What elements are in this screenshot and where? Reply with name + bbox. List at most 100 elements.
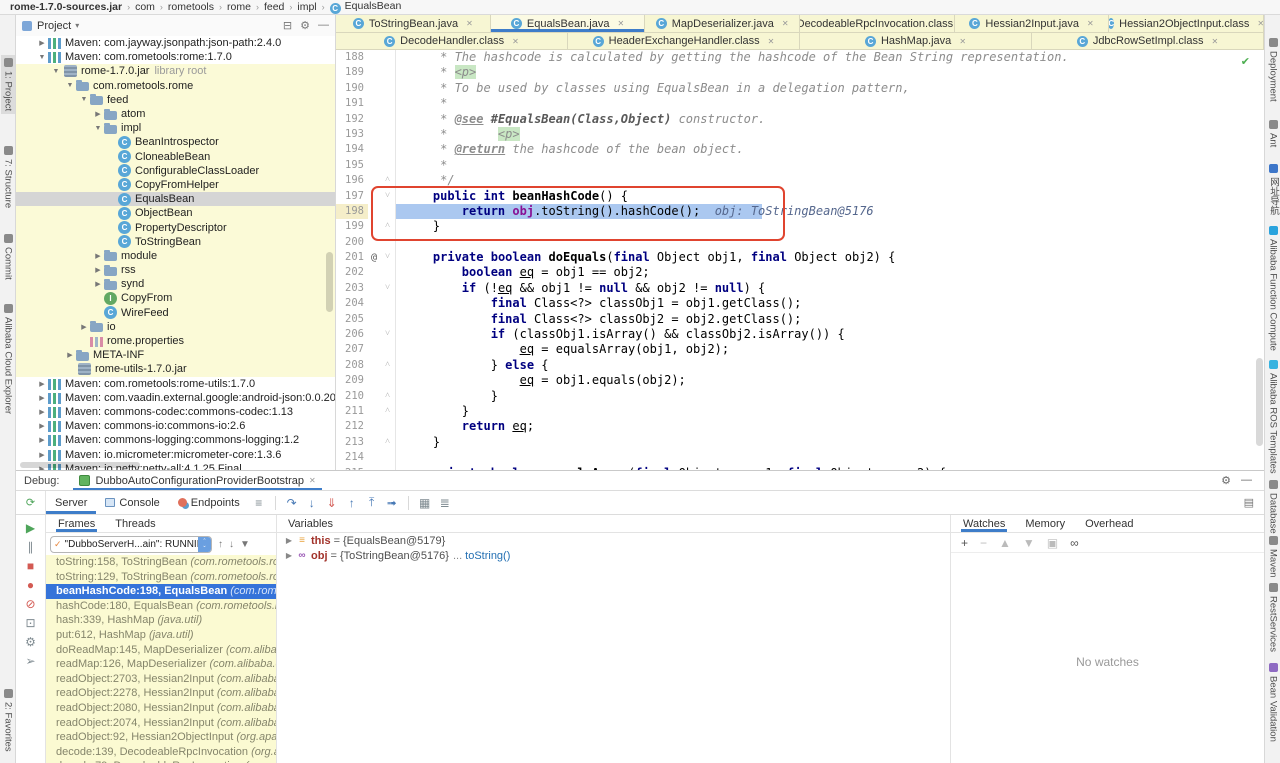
editor-tab-hessian2objectinput.class[interactable]: CHessian2ObjectInput.class✕ bbox=[1109, 15, 1264, 32]
hide-icon[interactable]: — bbox=[1241, 474, 1252, 487]
tree-item-propertydescriptor[interactable]: CPropertyDescriptor bbox=[16, 220, 335, 234]
move-down-icon[interactable]: ▼ bbox=[1023, 536, 1035, 550]
stripe-button-bean-validation[interactable]: Bean Validation bbox=[1266, 660, 1280, 745]
tree-item-objectbean[interactable]: CObjectBean bbox=[16, 206, 335, 220]
tab-overhead[interactable]: Overhead bbox=[1083, 515, 1135, 532]
close-icon[interactable]: ✕ bbox=[1211, 37, 1218, 46]
stack-frame[interactable]: hashCode:180, EqualsBean (com.rometools.… bbox=[46, 599, 276, 614]
trace-icon[interactable]: ≣ bbox=[435, 496, 455, 510]
breadcrumb-item[interactable]: CEqualsBean bbox=[330, 0, 402, 14]
close-icon[interactable]: ✕ bbox=[1257, 19, 1264, 28]
stack-frame[interactable]: decode:139, DecodeableRpcInvocation (org… bbox=[46, 745, 276, 760]
stripe-button-alibaba-cloud-explorer[interactable]: Alibaba Cloud Explorer bbox=[1, 301, 15, 417]
chevron-right-icon[interactable]: ▶ bbox=[92, 252, 104, 260]
tree-item-feed[interactable]: ▼feed bbox=[16, 93, 335, 107]
chevron-right-icon[interactable]: ▶ bbox=[36, 380, 48, 388]
editor-tab-mapdeserializer.java[interactable]: CMapDeserializer.java✕ bbox=[645, 15, 800, 32]
chevron-right-icon[interactable]: ▶ bbox=[92, 266, 104, 274]
tree-item-maven-com.rometools-rome-1.7.0[interactable]: ▼Maven: com.rometools:rome:1.7.0 bbox=[16, 50, 335, 64]
debug-tab-endpoints[interactable]: Endpoints bbox=[169, 491, 249, 514]
tree-item-copyfromhelper[interactable]: CCopyFromHelper bbox=[16, 178, 335, 192]
fold-marker-icon[interactable]: ˄ bbox=[380, 435, 395, 450]
chevron-right-icon[interactable]: ▶ bbox=[283, 551, 295, 560]
editor-tab-tostringbean.java[interactable]: CToStringBean.java✕ bbox=[336, 15, 491, 32]
dropdown-stepper-icon[interactable]: ⌃⌄ bbox=[198, 537, 211, 552]
frame-up-icon[interactable]: ↑ bbox=[218, 539, 223, 550]
chevron-down-icon[interactable]: ▼ bbox=[92, 125, 104, 132]
tab-threads[interactable]: Threads bbox=[113, 515, 157, 532]
stack-frame[interactable]: beanHashCode:198, EqualsBean (com.rometo… bbox=[46, 584, 276, 599]
editor-tab-hashmap.java[interactable]: CHashMap.java✕ bbox=[800, 33, 1032, 49]
editor-tab-hessian2input.java[interactable]: CHessian2Input.java✕ bbox=[955, 15, 1110, 32]
move-up-icon[interactable]: ▲ bbox=[999, 536, 1011, 550]
close-icon[interactable]: ✕ bbox=[512, 37, 519, 46]
breadcrumb-item[interactable]: rome bbox=[227, 1, 251, 13]
close-icon[interactable]: ✕ bbox=[1087, 19, 1094, 28]
force-step-into-icon[interactable]: ⇓ bbox=[322, 496, 342, 510]
filter-icon[interactable]: ▼ bbox=[240, 539, 250, 550]
hide-icon[interactable]: — bbox=[318, 19, 329, 32]
breadcrumb-item[interactable]: rome-1.7.0-sources.jar bbox=[10, 1, 122, 13]
tree-item-maven-io.micrometer-micrometer-core-1.3.6[interactable]: ▶Maven: io.micrometer:micrometer-core:1.… bbox=[16, 447, 335, 461]
stack-frame[interactable]: doReadMap:145, MapDeserializer (com.alib… bbox=[46, 643, 276, 658]
tree-item-rome-utils-1.7.0.jar[interactable]: rome-utils-1.7.0.jar bbox=[16, 362, 335, 376]
tree-item-rss[interactable]: ▶rss bbox=[16, 263, 335, 277]
stop-icon[interactable]: ■ bbox=[27, 559, 34, 573]
pause-icon[interactable]: ∥ bbox=[28, 540, 34, 554]
stack-frame[interactable]: readObject:2278, Hessian2Input (com.alib… bbox=[46, 686, 276, 701]
show-watches-in-variables-icon[interactable]: ∞ bbox=[1070, 536, 1079, 550]
stripe-button-网址导航[interactable]: 网址导航 bbox=[1266, 161, 1280, 218]
tree-item-maven-com.rometools-rome-utils-1.7.0[interactable]: ▶Maven: com.rometools:rome-utils:1.7.0 bbox=[16, 377, 335, 391]
fold-marker-icon[interactable]: ˅ bbox=[380, 281, 395, 296]
fold-marker-icon[interactable]: ˅ bbox=[380, 250, 395, 265]
tree-item-impl[interactable]: ▼impl bbox=[16, 121, 335, 135]
code-editor[interactable]: 188 * The hashcode is calculated by gett… bbox=[336, 50, 1256, 470]
editor-tab-jdbcrowsetimpl.class[interactable]: CJdbcRowSetImpl.class✕ bbox=[1032, 33, 1264, 49]
tree-item-maven-commons-codec-commons-codec-1.13[interactable]: ▶Maven: commons-codec:commons-codec:1.13 bbox=[16, 405, 335, 419]
chevron-right-icon[interactable]: ▶ bbox=[36, 39, 48, 47]
step-over-icon[interactable]: ↷ bbox=[282, 496, 302, 510]
tree-item-maven-commons-logging-commons-logging-1.2[interactable]: ▶Maven: commons-logging:commons-logging:… bbox=[16, 433, 335, 447]
close-icon[interactable]: ✕ bbox=[617, 19, 624, 28]
stack-frame[interactable]: readObject:92, Hessian2ObjectInput (org.… bbox=[46, 730, 276, 745]
fold-marker-icon[interactable]: ˅ bbox=[380, 189, 395, 204]
fold-marker-icon[interactable]: ˄ bbox=[380, 219, 395, 234]
chevron-down-icon[interactable]: ▼ bbox=[64, 82, 76, 89]
breadcrumb-item[interactable]: rometools bbox=[168, 1, 214, 13]
tree-item-module[interactable]: ▶module bbox=[16, 249, 335, 263]
fold-marker-icon[interactable]: ˅ bbox=[380, 327, 395, 342]
breadcrumb-item[interactable]: impl bbox=[297, 1, 316, 13]
tree-item-wirefeed[interactable]: CWireFeed bbox=[16, 306, 335, 320]
chevron-right-icon[interactable]: ▶ bbox=[283, 536, 295, 545]
chevron-down-icon[interactable]: ▾ bbox=[75, 21, 79, 30]
copy-icon[interactable]: ▣ bbox=[1047, 536, 1058, 550]
close-icon[interactable]: ✕ bbox=[959, 37, 966, 46]
debug-tab-server[interactable]: Server bbox=[46, 491, 96, 514]
step-into-icon[interactable]: ↓ bbox=[302, 496, 322, 510]
chevron-right-icon[interactable]: ▶ bbox=[78, 323, 90, 331]
chevron-right-icon[interactable]: ▶ bbox=[36, 422, 48, 430]
menu-icon[interactable]: ≡ bbox=[249, 496, 269, 510]
run-to-cursor-icon[interactable]: ➟ bbox=[382, 496, 402, 510]
debugger-settings-icon[interactable]: ⚙ bbox=[25, 635, 36, 649]
close-icon[interactable]: ✕ bbox=[466, 19, 473, 28]
fold-marker-icon[interactable]: ˄ bbox=[380, 404, 395, 419]
debug-session-tab[interactable]: DubboAutoConfigurationProviderBootstrap … bbox=[73, 471, 321, 490]
add-watch-icon[interactable]: + bbox=[961, 536, 968, 550]
editor-tab-decodeablerpcinvocation.class[interactable]: CDecodeableRpcInvocation.class✕ bbox=[800, 15, 955, 32]
editor-tab-headerexchangehandler.class[interactable]: CHeaderExchangeHandler.class✕ bbox=[568, 33, 800, 49]
tree-item-maven-com.jayway.jsonpath-json-path-2.4.0[interactable]: ▶Maven: com.jayway.jsonpath:json-path:2.… bbox=[16, 36, 335, 50]
stripe-button-ant[interactable]: Ant bbox=[1266, 117, 1280, 150]
tab-watches[interactable]: Watches bbox=[961, 515, 1007, 532]
thread-dropdown[interactable]: ✓ "DubboServerH...ain": RUNNING ⌃⌄ bbox=[50, 536, 212, 553]
debug-tab-console[interactable]: Console bbox=[96, 491, 168, 514]
tree-item-copyfrom[interactable]: ICopyFrom bbox=[16, 291, 335, 305]
breadcrumb-item[interactable]: feed bbox=[264, 1, 284, 13]
tree-item-tostringbean[interactable]: CToStringBean bbox=[16, 235, 335, 249]
chevron-down-icon[interactable]: ▼ bbox=[36, 54, 48, 61]
tree-item-configurableclassloader[interactable]: CConfigurableClassLoader bbox=[16, 164, 335, 178]
gear-icon[interactable]: ⚙ bbox=[1221, 474, 1231, 487]
step-out-icon[interactable]: ↑ bbox=[342, 496, 362, 510]
stack-frame[interactable]: toString:129, ToStringBean (com.rometool… bbox=[46, 570, 276, 585]
stack-frame[interactable]: readMap:126, MapDeserializer (com.alibab… bbox=[46, 657, 276, 672]
